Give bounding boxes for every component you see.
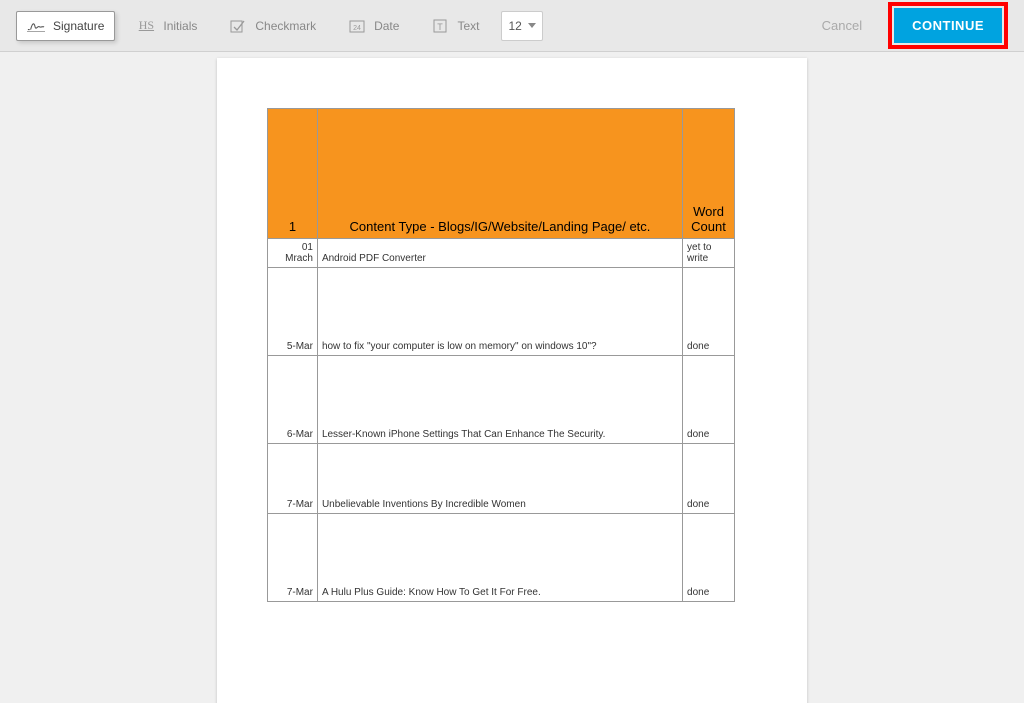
- table-cell-date: 7-Mar: [268, 444, 318, 514]
- table-header-col2: Content Type - Blogs/IG/Website/Landing …: [317, 109, 682, 239]
- table-cell-date: 6-Mar: [268, 356, 318, 444]
- table-cell-content: A Hulu Plus Guide: Know How To Get It Fo…: [317, 514, 682, 602]
- initials-tool-label: Initials: [163, 19, 197, 33]
- table-cell-status: done: [683, 268, 735, 356]
- table-row: 6-Mar Lesser-Known iPhone Settings That …: [268, 356, 735, 444]
- document-page: 1 Content Type - Blogs/IG/Website/Landin…: [217, 58, 807, 703]
- toolbar: Signature HS Initials Checkmark 24 Date …: [0, 0, 1024, 52]
- table-cell-content: how to fix "your computer is low on memo…: [317, 268, 682, 356]
- chevron-down-icon: [528, 23, 536, 28]
- table-header-col1: 1: [268, 109, 318, 239]
- table-row: 01 Mrach Android PDF Converter yet to wr…: [268, 239, 735, 268]
- checkmark-icon: [229, 18, 247, 34]
- table-cell-date: 01 Mrach: [268, 239, 318, 268]
- table-cell-content: Unbelievable Inventions By Incredible Wo…: [317, 444, 682, 514]
- table-header-col3: Word Count: [683, 109, 735, 239]
- svg-text:24: 24: [353, 25, 361, 32]
- signature-tool-label: Signature: [53, 19, 104, 33]
- table-cell-content: Lesser-Known iPhone Settings That Can En…: [317, 356, 682, 444]
- text-icon: T: [431, 18, 449, 34]
- table-cell-date: 5-Mar: [268, 268, 318, 356]
- checkmark-tool-label: Checkmark: [255, 19, 316, 33]
- signature-icon: [27, 18, 45, 34]
- table-header-row: 1 Content Type - Blogs/IG/Website/Landin…: [268, 109, 735, 239]
- text-tool-label: Text: [457, 19, 479, 33]
- checkmark-tool-button[interactable]: Checkmark: [219, 11, 326, 41]
- font-size-value: 12: [508, 19, 521, 33]
- text-tool-button[interactable]: T Text: [421, 11, 489, 41]
- continue-button[interactable]: CONTINUE: [894, 8, 1002, 43]
- signature-tool-button[interactable]: Signature: [16, 11, 115, 41]
- table-cell-status: yet to write: [683, 239, 735, 268]
- table-row: 7-Mar Unbelievable Inventions By Incredi…: [268, 444, 735, 514]
- content-table: 1 Content Type - Blogs/IG/Website/Landin…: [267, 108, 735, 602]
- table-row: 5-Mar how to fix "your computer is low o…: [268, 268, 735, 356]
- svg-text:T: T: [438, 22, 444, 32]
- table-row: 7-Mar A Hulu Plus Guide: Know How To Get…: [268, 514, 735, 602]
- initials-tool-button[interactable]: HS Initials: [127, 11, 207, 41]
- table-cell-date: 7-Mar: [268, 514, 318, 602]
- cancel-button[interactable]: Cancel: [808, 10, 876, 41]
- date-icon: 24: [348, 18, 366, 34]
- date-tool-button[interactable]: 24 Date: [338, 11, 409, 41]
- font-size-select[interactable]: 12: [501, 11, 542, 41]
- table-cell-content: Android PDF Converter: [317, 239, 682, 268]
- table-cell-status: done: [683, 514, 735, 602]
- date-tool-label: Date: [374, 19, 399, 33]
- initials-icon: HS: [137, 18, 155, 34]
- table-cell-status: done: [683, 356, 735, 444]
- document-workspace[interactable]: 1 Content Type - Blogs/IG/Website/Landin…: [0, 52, 1024, 703]
- table-cell-status: done: [683, 444, 735, 514]
- continue-highlight-box: CONTINUE: [888, 2, 1008, 49]
